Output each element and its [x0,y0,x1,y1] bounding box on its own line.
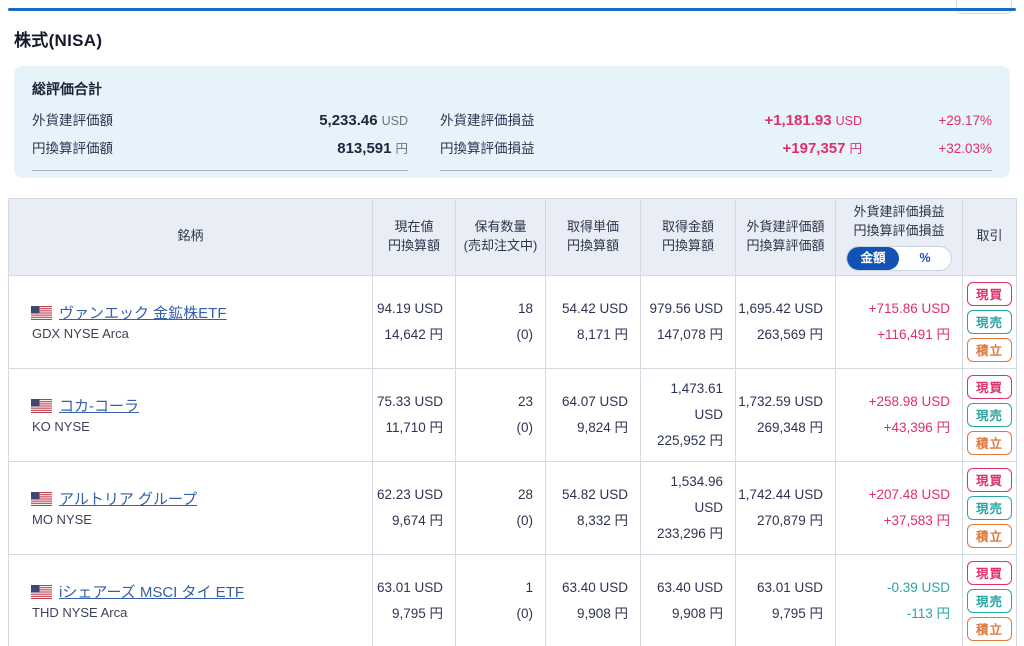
stock-name-link[interactable]: アルトリア グループ [59,488,197,509]
summary-pl-unit: USD [835,114,862,128]
valuation-cell: 1,695.42 USD 263,569 円 [735,274,836,369]
stock-name-cell: ヴァンエック 金鉱株ETF GDX NYSE Arca [8,274,373,369]
stock-name-link[interactable]: iシェアーズ MSCI タイ ETF [59,581,244,602]
stock-name-cell: アルトリア グループ MO NYSE [8,460,373,555]
accumulate-button[interactable]: 積立 [967,523,1012,548]
us-flag-icon [31,305,52,320]
summary-pl-unit: 円 [849,142,862,156]
stock-name-link[interactable]: ヴァンエック 金鉱株ETF [59,302,227,323]
stock-ticker: GDX NYSE Arca [32,326,129,342]
table-row: アルトリア グループ MO NYSE 62.23 USD 9,674 円 28 … [8,460,1017,555]
cost-cell: 1,473.61 USD 225,952 円 [640,367,736,462]
page-title: 株式(NISA) [14,31,103,50]
summary-pl-percent: +29.17% [938,113,992,128]
col-header-current-price: 現在値 円換算額 [372,198,456,276]
quantity-cell: 1 (0) [455,553,546,646]
cutoff-button-sliver [956,0,1012,14]
summary-row-jpy-pl: 円換算評価損益 +197,357 円 +32.03% [440,135,992,163]
summary-box: 総評価合計 外貨建評価額 5,233.46 USD 円換算評価額 813,591… [14,66,1010,178]
cost-cell: 1,534.96 USD 233,296 円 [640,460,736,555]
summary-pl-column: 外貨建評価損益 +1,181.93 USD +29.17% 円換算評価損益 +1… [440,107,992,171]
summary-value: 5,233.46 [319,112,378,129]
summary-row-jpy-value: 円換算評価額 813,591 円 [32,135,408,163]
summary-row-fx-pl: 外貨建評価損益 +1,181.93 USD +29.17% [440,107,992,135]
col-header-pl: 外貨建評価損益 円換算評価損益 金額 % [835,198,963,276]
quantity-cell: 18 (0) [455,274,546,369]
col-header-trade: 取引 [962,198,1017,276]
trade-cell: 現買 現売 積立 [962,553,1017,646]
trade-cell: 現買 現売 積立 [962,367,1017,462]
summary-valuation-column: 外貨建評価額 5,233.46 USD 円換算評価額 813,591 円 [32,107,408,171]
sell-button[interactable]: 現売 [967,402,1012,427]
buy-button[interactable]: 現買 [967,281,1012,306]
col-header-acquisition-unit-price: 取得単価 円換算額 [545,198,641,276]
pl-display-toggle[interactable]: 金額 % [846,245,952,271]
sell-button[interactable]: 現売 [967,495,1012,520]
summary-label: 外貨建評価損益 [440,113,535,128]
summary-row-fx-value: 外貨建評価額 5,233.46 USD [32,107,408,135]
top-divider-rule [8,8,1016,11]
summary-unit: 円 [395,142,408,156]
accumulate-button[interactable]: 積立 [967,616,1012,641]
stock-name-cell: iシェアーズ MSCI タイ ETF THD NYSE Arca [8,553,373,646]
quantity-cell: 23 (0) [455,367,546,462]
col-header-quantity: 保有数量 (売却注文中) [455,198,546,276]
stock-ticker: MO NYSE [32,512,92,528]
current-price-cell: 62.23 USD 9,674 円 [372,460,456,555]
us-flag-icon [31,491,52,506]
pl-cell: +207.48 USD +37,583 円 [835,460,963,555]
col-header-valuation: 外貨建評価額 円換算評価額 [735,198,836,276]
buy-button[interactable]: 現買 [967,374,1012,399]
unit-price-cell: 54.82 USD 8,332 円 [545,460,641,555]
table-row: コカ-コーラ KO NYSE 75.33 USD 11,710 円 23 (0)… [8,367,1017,462]
summary-title: 総評価合計 [32,81,102,97]
table-row: iシェアーズ MSCI タイ ETF THD NYSE Arca 63.01 U… [8,553,1017,646]
stock-name-link[interactable]: コカ-コーラ [59,395,139,416]
accumulate-button[interactable]: 積立 [967,337,1012,362]
table-header-row: 銘柄 現在値 円換算額 保有数量 (売却注文中) 取得単価 円換算額 取得金額 … [8,198,1017,276]
valuation-cell: 1,732.59 USD 269,348 円 [735,367,836,462]
unit-price-cell: 63.40 USD 9,908 円 [545,553,641,646]
summary-unit: USD [381,114,408,128]
us-flag-icon [31,584,52,599]
trade-cell: 現買 現売 積立 [962,274,1017,369]
stock-ticker: KO NYSE [32,419,90,435]
table-row: ヴァンエック 金鉱株ETF GDX NYSE Arca 94.19 USD 14… [8,274,1017,369]
unit-price-cell: 64.07 USD 9,824 円 [545,367,641,462]
accumulate-button[interactable]: 積立 [967,430,1012,455]
holdings-table: 銘柄 現在値 円換算額 保有数量 (売却注文中) 取得単価 円換算額 取得金額 … [8,198,1017,646]
valuation-cell: 63.01 USD 9,795 円 [735,553,836,646]
buy-button[interactable]: 現買 [967,560,1012,585]
summary-pl-percent: +32.03% [938,141,992,156]
stock-ticker: THD NYSE Arca [32,605,128,621]
cost-cell: 63.40 USD 9,908 円 [640,553,736,646]
pl-cell: -0.39 USD -113 円 [835,553,963,646]
current-price-cell: 75.33 USD 11,710 円 [372,367,456,462]
quantity-cell: 28 (0) [455,460,546,555]
valuation-cell: 1,742.44 USD 270,879 円 [735,460,836,555]
sell-button[interactable]: 現売 [967,588,1012,613]
cost-cell: 979.56 USD 147,078 円 [640,274,736,369]
col-header-name: 銘柄 [8,198,373,276]
summary-pl-value: +197,357 [782,140,846,157]
sell-button[interactable]: 現売 [967,309,1012,334]
current-price-cell: 94.19 USD 14,642 円 [372,274,456,369]
summary-columns: 外貨建評価額 5,233.46 USD 円換算評価額 813,591 円 外貨建… [32,107,992,171]
summary-label: 円換算評価損益 [440,141,535,156]
summary-value: 813,591 [337,140,392,157]
buy-button[interactable]: 現買 [967,467,1012,492]
pl-cell: +258.98 USD +43,396 円 [835,367,963,462]
stock-name-cell: コカ-コーラ KO NYSE [8,367,373,462]
summary-pl-value: +1,181.93 [764,112,832,129]
summary-label: 外貨建評価額 [32,113,113,128]
col-header-acquisition-amount: 取得金額 円換算額 [640,198,736,276]
summary-label: 円換算評価額 [32,141,113,156]
us-flag-icon [31,398,52,413]
pl-cell: +715.86 USD +116,491 円 [835,274,963,369]
toggle-amount-option[interactable]: 金額 [847,246,899,270]
trade-cell: 現買 現売 積立 [962,460,1017,555]
current-price-cell: 63.01 USD 9,795 円 [372,553,456,646]
unit-price-cell: 54.42 USD 8,171 円 [545,274,641,369]
toggle-percent-option[interactable]: % [899,247,951,270]
